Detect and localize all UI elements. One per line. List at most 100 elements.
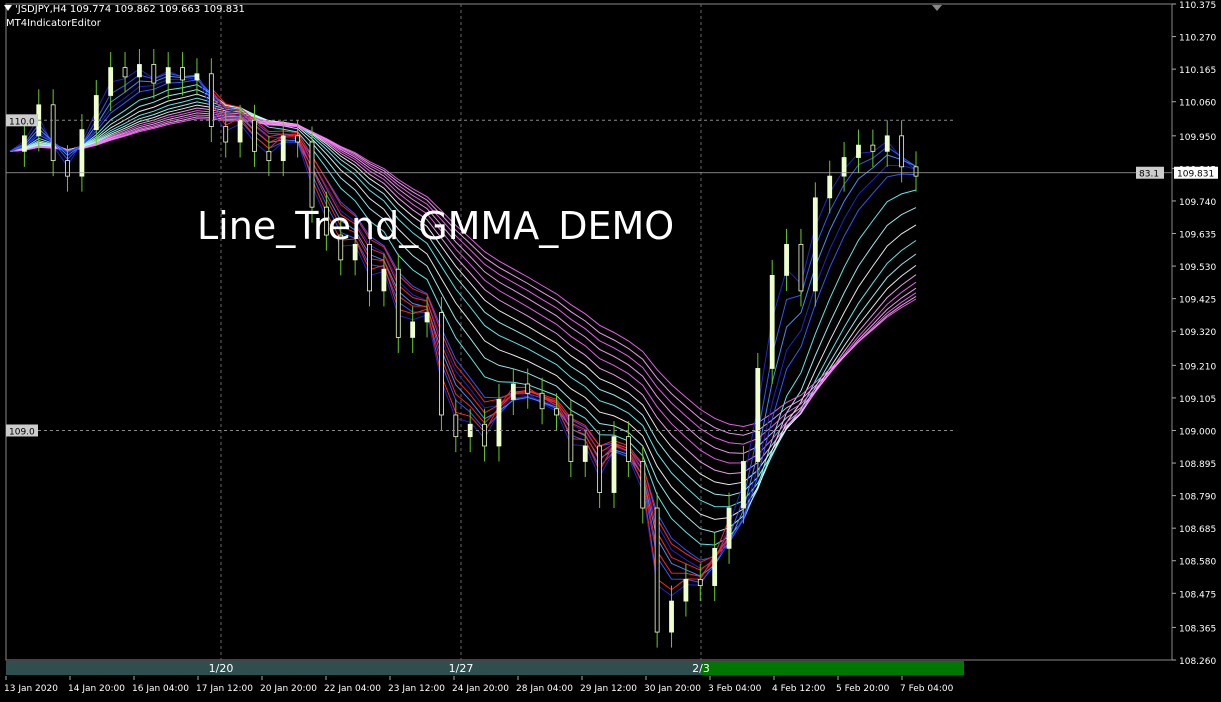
price-tick-label: 108.895 [1179, 460, 1216, 470]
long-ema-line [9, 104, 917, 486]
time-tick-label: 22 Jan 04:00 [324, 684, 381, 694]
short-ema-line [9, 72, 917, 583]
long-ema-line [9, 110, 917, 464]
price-tick-label: 108.260 [1179, 657, 1216, 667]
candle-body [525, 383, 531, 394]
candle-body [870, 144, 876, 152]
candle-body [884, 135, 890, 152]
chart-area[interactable]: 110.375 110.270 110.165 110.060 109.950 109.8… [0, 0, 1221, 698]
price-tick-label: 110.375 [1179, 1, 1216, 11]
time-tick-label: 28 Jan 04:00 [516, 684, 573, 694]
date-bar-highlight [701, 661, 964, 675]
long-ema-line [9, 116, 917, 436]
price-tick-label: 109.425 [1179, 296, 1216, 306]
long-ema-line [9, 88, 917, 533]
candle-body [93, 95, 99, 131]
shift-marker-icon[interactable] [932, 5, 942, 11]
price-tick-label: 109.530 [1179, 263, 1216, 273]
candle-body [21, 135, 27, 152]
price-tick-label: 108.790 [1179, 493, 1216, 503]
candle-body [582, 445, 588, 462]
price-tick-label: 109.000 [1179, 427, 1216, 437]
watermark-text: Line_Trend_GMMA_DEMO [197, 204, 675, 248]
long-ema-line [9, 112, 917, 454]
candle-body [611, 436, 617, 493]
candle-body [913, 166, 919, 177]
time-tick-label: 13 Jan 2020 [4, 684, 58, 694]
candle-body [841, 157, 847, 177]
dropdown-icon[interactable] [4, 5, 12, 11]
candle-body [568, 414, 574, 462]
candle-body [856, 144, 861, 158]
price-tick-label: 109.320 [1179, 328, 1216, 338]
candle-body [280, 135, 286, 162]
candle-body [640, 461, 646, 509]
candles [21, 48, 919, 648]
candle-body [50, 104, 56, 162]
candle-body [769, 274, 775, 369]
candle-body [79, 129, 85, 177]
candle-body [208, 73, 214, 127]
time-tick-label: 14 Jan 20:00 [68, 684, 125, 694]
price-tick-label: 109.635 [1179, 231, 1216, 241]
candle-body [697, 578, 703, 586]
time-tick-label: 16 Jan 04:00 [132, 684, 189, 694]
candle-body [165, 67, 171, 84]
current-price-label: 109.831 [1177, 170, 1214, 180]
candle-body [899, 135, 905, 168]
price-tick-label: 108.580 [1179, 558, 1216, 568]
candle-body [755, 368, 761, 462]
price-tick-label: 108.475 [1179, 590, 1216, 600]
time-tick-label: 5 Feb 20:00 [836, 684, 890, 694]
candle-body [726, 507, 732, 549]
candle-body [539, 392, 545, 410]
indicator-badge: 83.1 [1139, 170, 1159, 180]
long-ema-line [9, 114, 917, 445]
candle-body [122, 67, 128, 78]
price-tick-label: 108.365 [1179, 624, 1216, 634]
candle-body [309, 141, 315, 208]
gmma-short-ribbon [9, 68, 917, 597]
time-tick-label: 30 Jan 20:00 [644, 684, 701, 694]
candle-body [237, 119, 243, 143]
trend-down-line [210, 103, 730, 591]
candle-body [65, 160, 70, 177]
candle-body [625, 436, 631, 462]
indicator-name: MT4IndicatorEditor [6, 18, 101, 29]
candle-body [554, 408, 559, 416]
date-bar-label: 1/27 [449, 662, 474, 675]
candle-body [395, 268, 401, 338]
candle-body [381, 268, 387, 292]
candle-body [496, 399, 502, 447]
time-tick-label: 29 Jan 12:00 [580, 684, 637, 694]
price-tick-label: 110.060 [1179, 99, 1216, 109]
price-tick-label: 109.210 [1179, 362, 1216, 372]
price-chart[interactable]: 110.375 110.270 110.165 110.060 109.950 109.8… [0, 0, 1221, 698]
price-tick-label: 108.685 [1179, 525, 1216, 535]
candle-body [252, 119, 257, 152]
date-bar-label: 2/3 [692, 662, 710, 675]
candle-body [482, 423, 487, 447]
candle-body [510, 383, 516, 400]
time-tick-label: 23 Jan 12:00 [388, 684, 445, 694]
symbol-header[interactable]: 'JSDJPY,H4 109.774 109.862 109.663 109.8… [4, 4, 245, 16]
time-tick-label: 24 Jan 20:00 [452, 684, 509, 694]
candle-body [410, 321, 416, 338]
candle-body [439, 312, 444, 416]
time-tick-label: 4 Feb 12:00 [772, 684, 826, 694]
time-tick-label: 17 Jan 12:00 [196, 684, 253, 694]
price-tick-label: 110.270 [1179, 34, 1216, 44]
level-label: 109.0 [9, 427, 35, 437]
candle-body [151, 64, 157, 84]
candle-body [798, 243, 804, 292]
level-label: 110.0 [9, 117, 35, 127]
candle-body [669, 600, 674, 633]
candle-body [108, 67, 114, 96]
trend-down-line [210, 87, 730, 563]
candle-body [683, 578, 689, 602]
candle-body [453, 414, 459, 438]
time-tick-label: 20 Jan 20:00 [260, 684, 317, 694]
candle-body [424, 312, 430, 323]
candle-body [295, 135, 301, 143]
candle-body [367, 243, 372, 292]
